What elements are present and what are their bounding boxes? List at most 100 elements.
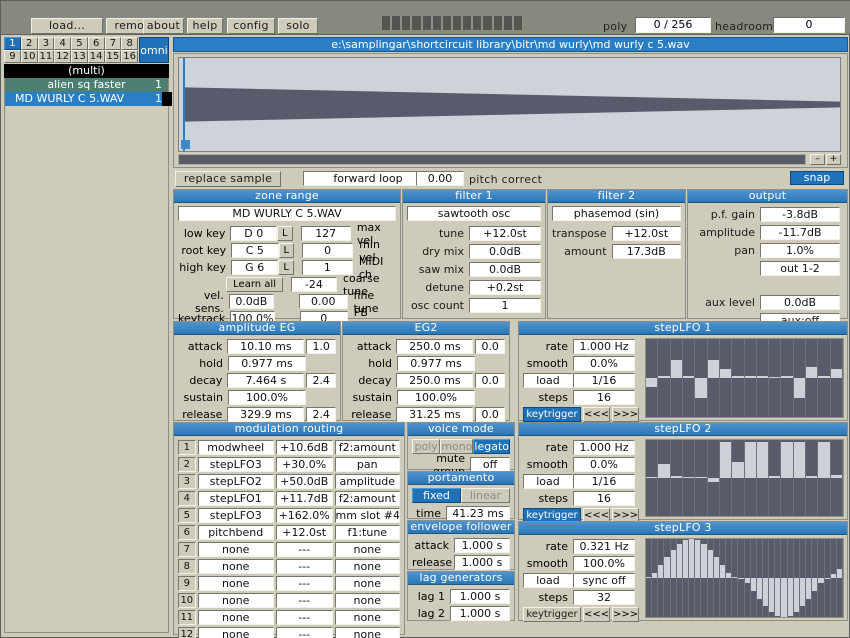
mod-amount-field[interactable]: +12.0st: [276, 525, 333, 540]
part-button-14[interactable]: 14: [88, 50, 105, 63]
part-button-4[interactable]: 4: [54, 37, 71, 50]
steplfo2-step-4[interactable]: [683, 440, 695, 516]
steplfo2-step-13[interactable]: [794, 440, 806, 516]
snap-button[interactable]: snap: [790, 171, 844, 185]
steplfo1-step-7[interactable]: [720, 339, 732, 417]
zone-group-row[interactable]: alien sq faster1: [5, 78, 168, 92]
learn-button[interactable]: L: [278, 260, 294, 275]
steplfo1-step-8[interactable]: [732, 339, 744, 417]
zone-range-value[interactable]: G 6: [231, 260, 278, 275]
filter1-value[interactable]: 0.0dB: [469, 262, 541, 277]
steplfo3-smooth-value[interactable]: 100.0%: [573, 556, 635, 571]
learn-button[interactable]: L: [279, 243, 295, 258]
mod-destination-field[interactable]: amplitude: [335, 474, 400, 489]
part-button-1[interactable]: 1: [4, 37, 21, 50]
mod-amount-field[interactable]: +162.0%: [276, 508, 333, 523]
steplfo2-step-15[interactable]: [818, 440, 830, 516]
amplitude-eg-value[interactable]: 10.10 ms: [227, 339, 304, 354]
steplfo2-step-5[interactable]: [695, 440, 707, 516]
zone-range-value[interactable]: 0.0dB: [229, 294, 274, 309]
mod-amount-field[interactable]: ---: [276, 593, 333, 608]
steplfo2-step-11[interactable]: [769, 440, 781, 516]
zone-range-right-value[interactable]: 127: [301, 226, 351, 241]
amplitude-eg-shape[interactable]: 2.4: [306, 373, 336, 388]
steplfo2-rate-value[interactable]: 1.000 Hz: [573, 440, 635, 455]
mod-amount-field[interactable]: ---: [276, 576, 333, 591]
mod-amount-field[interactable]: ---: [276, 559, 333, 574]
part-button-3[interactable]: 3: [38, 37, 55, 50]
portamento-time-value[interactable]: 41.23 ms: [446, 506, 510, 521]
mod-source-field[interactable]: stepLFO3: [198, 508, 274, 523]
part-button-9[interactable]: 9: [4, 50, 21, 63]
portamento-option-linear[interactable]: linear: [461, 488, 510, 503]
part-button-8[interactable]: 8: [121, 37, 138, 50]
steplfo2-smooth-value[interactable]: 0.0%: [573, 457, 635, 472]
part-button-12[interactable]: 12: [54, 50, 71, 63]
steplfo3-steps-value[interactable]: 32: [573, 590, 635, 605]
steplfo1-step-15[interactable]: [818, 339, 830, 417]
mod-source-field[interactable]: none: [198, 559, 274, 574]
part-button-2[interactable]: 2: [21, 37, 38, 50]
steplfo2-step-6[interactable]: [708, 440, 720, 516]
zone-name-field[interactable]: MD WURLY C 5.WAV: [178, 206, 396, 221]
mod-destination-field[interactable]: none: [335, 627, 400, 638]
steplfo2-step-16[interactable]: [831, 440, 843, 516]
mod-destination-field[interactable]: pan: [335, 457, 400, 472]
part-button-10[interactable]: 10: [21, 50, 38, 63]
steplfo3-next-button[interactable]: >>>: [612, 607, 639, 622]
steplfo1-step-16[interactable]: [831, 339, 843, 417]
steplfo2-step-editor[interactable]: [645, 439, 844, 517]
mod-destination-field[interactable]: none: [335, 576, 400, 591]
output-value[interactable]: 1.0%: [760, 243, 840, 258]
waveform-scrollbar[interactable]: – +: [178, 154, 841, 165]
mute-group-value[interactable]: off: [470, 457, 510, 472]
mod-destination-field[interactable]: none: [335, 610, 400, 625]
mod-destination-field[interactable]: f2:amount: [335, 440, 400, 455]
mod-amount-field[interactable]: +10.6dB: [276, 440, 333, 455]
filter1-value[interactable]: 0.0dB: [469, 244, 541, 259]
part-selector[interactable]: 12345678910111213141516: [4, 37, 138, 63]
zoom-in-icon[interactable]: +: [826, 154, 841, 165]
part-button-11[interactable]: 11: [38, 50, 55, 63]
zone-row[interactable]: MD WURLY C 5.WAV1: [5, 92, 168, 106]
steplfo1-next-button[interactable]: >>>: [612, 407, 639, 422]
portamento-option-fixed[interactable]: fixed: [412, 488, 461, 503]
mod-source-field[interactable]: none: [198, 576, 274, 591]
steplfo1-sync-value[interactable]: 1/16: [573, 373, 635, 388]
filter1-type-field[interactable]: sawtooth osc: [407, 206, 541, 221]
mod-destination-field[interactable]: none: [335, 593, 400, 608]
steplfo1-smooth-value[interactable]: 0.0%: [573, 356, 635, 371]
mod-source-field[interactable]: pitchbend: [198, 525, 274, 540]
steplfo3-step-editor[interactable]: [645, 538, 844, 618]
mod-destination-field[interactable]: f1:tune: [335, 525, 400, 540]
sample-start-handle[interactable]: [181, 140, 190, 149]
steplfo2-step-9[interactable]: [745, 440, 757, 516]
amplitude-eg-shape[interactable]: 2.4: [306, 407, 336, 422]
replace-sample-button[interactable]: replace sample: [175, 171, 281, 187]
output-value[interactable]: -3.8dB: [760, 207, 840, 222]
output-value[interactable]: -11.7dB: [760, 225, 840, 240]
eg2-value[interactable]: 100.0%: [397, 390, 475, 405]
mod-amount-field[interactable]: +50.0dB: [276, 474, 333, 489]
filter1-value[interactable]: +12.0st: [469, 226, 541, 241]
steplfo1-keytrigger-button[interactable]: keytrigger: [523, 407, 581, 422]
aux-level-value[interactable]: 0.0dB: [760, 295, 840, 310]
steplfo2-load-button[interactable]: load: [523, 474, 573, 489]
mod-source-field[interactable]: none: [198, 627, 274, 638]
mod-destination-field[interactable]: f2:amount: [335, 491, 400, 506]
amplitude-eg-value[interactable]: 0.977 ms: [228, 356, 306, 371]
zone-list[interactable]: alien sq faster1MD WURLY C 5.WAV1: [4, 78, 169, 633]
steplfo1-step-3[interactable]: [671, 339, 683, 417]
steplfo2-step-8[interactable]: [732, 440, 744, 516]
steplfo1-load-button[interactable]: load: [523, 373, 573, 388]
output-value[interactable]: out 1-2: [760, 261, 840, 276]
zoom-out-icon[interactable]: –: [810, 154, 825, 165]
filter2-type-field[interactable]: phasemod (sin): [552, 206, 681, 221]
voice-mode-option-legato[interactable]: legato: [473, 439, 510, 454]
mod-source-field[interactable]: none: [198, 610, 274, 625]
steplfo3-prev-button[interactable]: <<<: [583, 607, 610, 622]
steplfo1-step-10[interactable]: [757, 339, 769, 417]
loop-mode-field[interactable]: forward loop: [303, 171, 433, 186]
amplitude-eg-value[interactable]: 329.9 ms: [227, 407, 304, 422]
mod-amount-field[interactable]: +11.7dB: [276, 491, 333, 506]
